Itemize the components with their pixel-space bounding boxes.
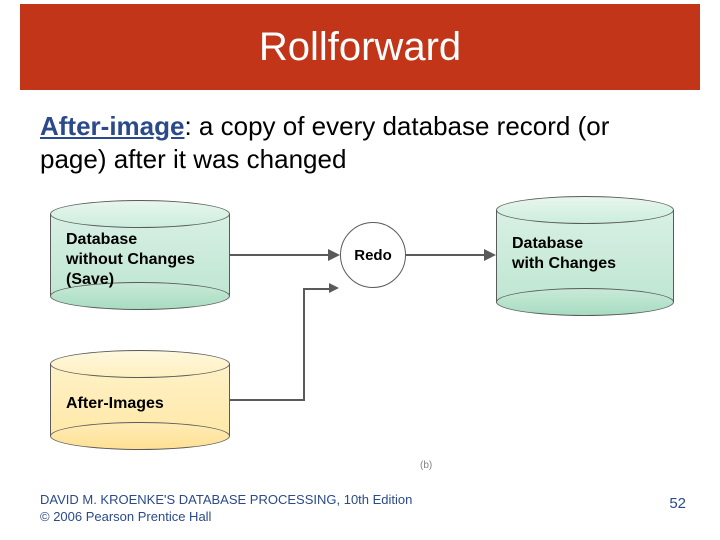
arrow-redo-to-db-head bbox=[484, 249, 496, 261]
footer-line1: DAVID M. KROENKE'S DATABASE PROCESSING, … bbox=[40, 491, 412, 509]
db-without-label: Database without Changes (Save) bbox=[66, 230, 195, 290]
redo-label: Redo bbox=[354, 247, 392, 264]
definition-block: After-image: a copy of every database re… bbox=[40, 110, 680, 175]
redo-node: Redo bbox=[340, 222, 406, 288]
after-images-cylinder: After-Images bbox=[50, 350, 230, 450]
arrow-after-v bbox=[303, 290, 305, 401]
slide-root: Rollforward After-image: a copy of every… bbox=[0, 0, 720, 540]
arrow-after-h2 bbox=[303, 288, 331, 290]
db-without-changes-cylinder: Database without Changes (Save) bbox=[50, 200, 230, 310]
arrow-redo-to-db bbox=[406, 254, 486, 256]
db-with-changes-cylinder: Database with Changes bbox=[496, 196, 674, 316]
footer-line2: © 2006 Pearson Prentice Hall bbox=[40, 508, 412, 526]
rollforward-diagram: Database without Changes (Save) After-Im… bbox=[40, 200, 680, 500]
figure-caption: (b) bbox=[420, 460, 432, 471]
page-number: 52 bbox=[669, 495, 686, 512]
db-with-label: Database with Changes bbox=[512, 234, 616, 274]
after-images-label: After-Images bbox=[66, 394, 164, 414]
arrow-after-head bbox=[329, 283, 339, 293]
title-bar: Rollforward bbox=[20, 4, 700, 90]
definition-term: After-image bbox=[40, 111, 184, 141]
arrow-db-to-redo-head bbox=[328, 249, 340, 261]
arrow-after-h1 bbox=[230, 399, 305, 401]
arrow-db-to-redo bbox=[230, 254, 330, 256]
footer-block: DAVID M. KROENKE'S DATABASE PROCESSING, … bbox=[40, 491, 412, 526]
slide-title: Rollforward bbox=[259, 25, 461, 70]
